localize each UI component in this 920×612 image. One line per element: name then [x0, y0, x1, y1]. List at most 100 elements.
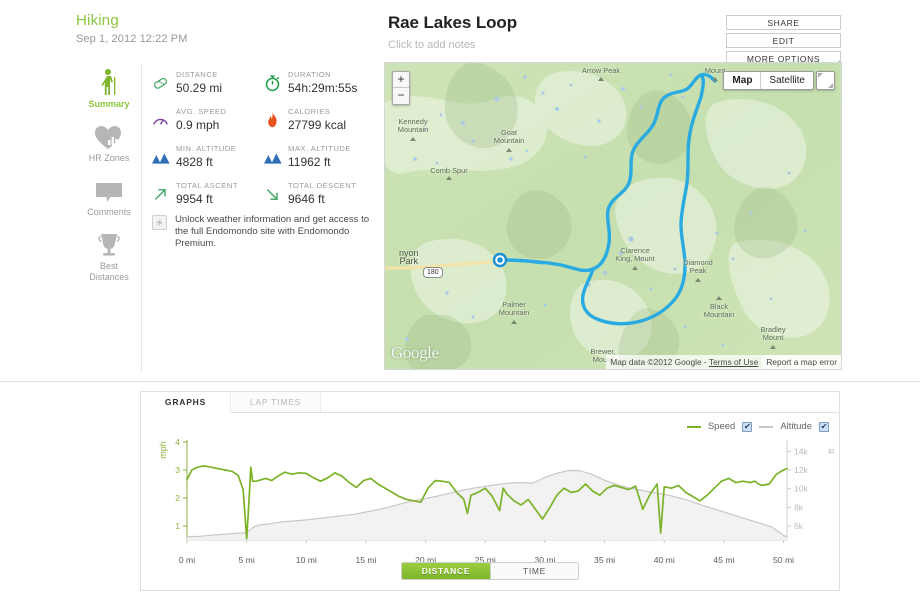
- map-type-map-button[interactable]: Map: [724, 72, 761, 89]
- svg-text:8k: 8k: [794, 502, 804, 512]
- stat-label: CALORIES: [288, 107, 331, 116]
- stats-grid: DISTANCE 50.29 mi DURATION 54h:29m:55s A…: [152, 70, 376, 218]
- stat-value: 0.9 mph: [176, 118, 220, 132]
- sidebar-item-label: Best Distances: [76, 261, 142, 283]
- panel-tabs: GRAPHS LAP TIMES: [141, 392, 839, 413]
- stat-value: 50.29 mi: [176, 81, 223, 95]
- stat-label: TOTAL ASCENT: [176, 181, 238, 190]
- notes-input[interactable]: Click to add notes: [388, 39, 517, 51]
- axis-mode-toggle[interactable]: DISTANCE TIME: [401, 562, 579, 580]
- share-button[interactable]: SHARE: [726, 15, 841, 30]
- sidebar-item-label-line2: Distances: [89, 272, 129, 282]
- stats-row: DISTANCE 50.29 mi DURATION 54h:29m:55s: [152, 70, 376, 96]
- arrow-down-right-icon: [264, 181, 286, 207]
- svg-text:4: 4: [175, 437, 180, 447]
- svg-text:12k: 12k: [794, 465, 808, 475]
- speed-legend-label: Speed: [707, 421, 736, 432]
- activity-type: Hiking: [76, 12, 119, 29]
- speedometer-icon: [152, 107, 174, 133]
- title-block: Rae Lakes Loop Click to add notes: [388, 13, 517, 51]
- stat-value: 27799 kcal: [288, 118, 347, 132]
- toggle-distance[interactable]: DISTANCE: [402, 563, 490, 579]
- sidebar-item-hr-zones[interactable]: HR Zones: [76, 120, 142, 164]
- map-type-control[interactable]: Map Satellite: [723, 71, 814, 90]
- chart-legend: Speed Altitude: [686, 421, 829, 432]
- svg-text:14k: 14k: [794, 446, 808, 456]
- zoom-out-button[interactable]: −: [393, 88, 409, 104]
- premium-promo[interactable]: Unlock weather information and get acces…: [152, 214, 384, 250]
- tab-graphs[interactable]: GRAPHS: [141, 392, 231, 413]
- street-view-pegman-icon[interactable]: [816, 71, 835, 90]
- stat-duration: DURATION 54h:29m:55s: [264, 70, 376, 96]
- section-divider: [0, 381, 920, 382]
- map-zoom-control[interactable]: + −: [392, 71, 410, 105]
- mountain-marker-icon: [410, 137, 416, 141]
- mountain-marker-icon: [695, 278, 701, 282]
- stat-label: MAX. ALTITUDE: [288, 144, 351, 153]
- mountain-marker-icon: [511, 320, 517, 324]
- altitude-legend-swatch: [759, 425, 774, 428]
- report-map-error-link[interactable]: Report a map error: [762, 355, 841, 369]
- svg-text:1: 1: [175, 521, 180, 531]
- mountain-marker-icon: [632, 266, 638, 270]
- route-map[interactable]: Arrow Peak Mount Kennedy Mountain Goat Mou…: [384, 62, 842, 370]
- chart-x-tick-label: 50 mi: [773, 555, 795, 565]
- stat-total-ascent: TOTAL ASCENT 9954 ft: [152, 181, 264, 207]
- svg-text:3: 3: [175, 465, 180, 475]
- stat-max-altitude: MAX. ALTITUDE 11962 ft: [264, 144, 376, 170]
- sidebar-item-label: HR Zones: [88, 153, 130, 163]
- trophy-icon: [76, 228, 142, 258]
- stats-row: TOTAL ASCENT 9954 ft TOTAL DESCENT 9646 …: [152, 181, 376, 207]
- arrow-up-right-icon: [152, 181, 174, 207]
- svg-text:10k: 10k: [794, 484, 808, 494]
- sidebar-item-summary[interactable]: Summary: [76, 66, 142, 110]
- mountain-marker-icon: [446, 176, 452, 180]
- stat-value: 9954 ft: [176, 192, 213, 206]
- sidebar-item-label: Comments: [87, 207, 131, 217]
- map-terrain: [385, 63, 841, 369]
- mountain-marker-icon: [716, 296, 722, 300]
- map-attribution: Map data ©2012 Google - Terms of Use Rep…: [606, 355, 841, 369]
- mountain-marker-icon: [506, 148, 512, 152]
- stat-label: AVG. SPEED: [176, 107, 227, 116]
- chart-x-tick-label: 0 mi: [178, 555, 196, 565]
- terms-of-use-link[interactable]: Terms of Use: [709, 357, 758, 367]
- stat-label: MIN. ALTITUDE: [176, 144, 237, 153]
- toggle-time[interactable]: TIME: [490, 563, 578, 579]
- mountains-icon: [264, 144, 286, 170]
- stat-value: 54h:29m:55s: [288, 81, 358, 95]
- speed-legend-checkbox[interactable]: [742, 421, 753, 432]
- stat-label: DURATION: [288, 70, 332, 79]
- stat-label: TOTAL DESCENT: [288, 181, 357, 190]
- speed-altitude-chart: 1 2 3 4 6k 8k 10k 12k 14k: [175, 437, 808, 543]
- map-type-satellite-button[interactable]: Satellite: [760, 72, 813, 89]
- stat-avg-speed: AVG. SPEED 0.9 mph: [152, 107, 264, 133]
- edit-button[interactable]: EDIT: [726, 33, 841, 48]
- stats-row: AVG. SPEED 0.9 mph CALORIES 27799 kcal: [152, 107, 376, 133]
- sidebar-item-best-distances[interactable]: Best Distances: [76, 228, 142, 283]
- stat-distance: DISTANCE 50.29 mi: [152, 70, 264, 96]
- speech-bubble-icon: [76, 174, 142, 204]
- sidebar-item-comments[interactable]: Comments: [76, 174, 142, 218]
- map-data-text: Map data ©2012 Google - Terms of Use: [606, 355, 763, 369]
- speed-legend-swatch: [686, 425, 701, 428]
- activity-date: Sep 1, 2012 12:22 PM: [76, 33, 188, 45]
- mountain-marker-icon: [712, 77, 718, 81]
- premium-promo-text: Unlock weather information and get acces…: [175, 214, 370, 249]
- chart-plot-area[interactable]: 1 2 3 4 6k 8k 10k 12k 14k: [141, 436, 839, 554]
- mountain-marker-icon: [770, 345, 776, 349]
- altitude-legend-label: Altitude: [780, 421, 812, 432]
- stats-row: MIN. ALTITUDE 4828 ft MAX. ALTITUDE 1196…: [152, 144, 376, 170]
- header-button-stack: SHARE EDIT MORE OPTIONS: [726, 15, 841, 69]
- heart-chart-icon: [76, 120, 142, 150]
- zoom-in-button[interactable]: +: [393, 72, 409, 88]
- mountains-icon: [152, 144, 174, 170]
- stat-value: 4828 ft: [176, 155, 213, 169]
- premium-badge-icon: [152, 215, 167, 230]
- hiker-icon: [76, 66, 142, 96]
- google-logo: Google: [391, 343, 439, 362]
- tab-lap-times[interactable]: LAP TIMES: [231, 392, 321, 412]
- stat-min-altitude: MIN. ALTITUDE 4828 ft: [152, 144, 264, 170]
- stat-value: 11962 ft: [288, 155, 331, 169]
- altitude-legend-checkbox[interactable]: [819, 421, 829, 432]
